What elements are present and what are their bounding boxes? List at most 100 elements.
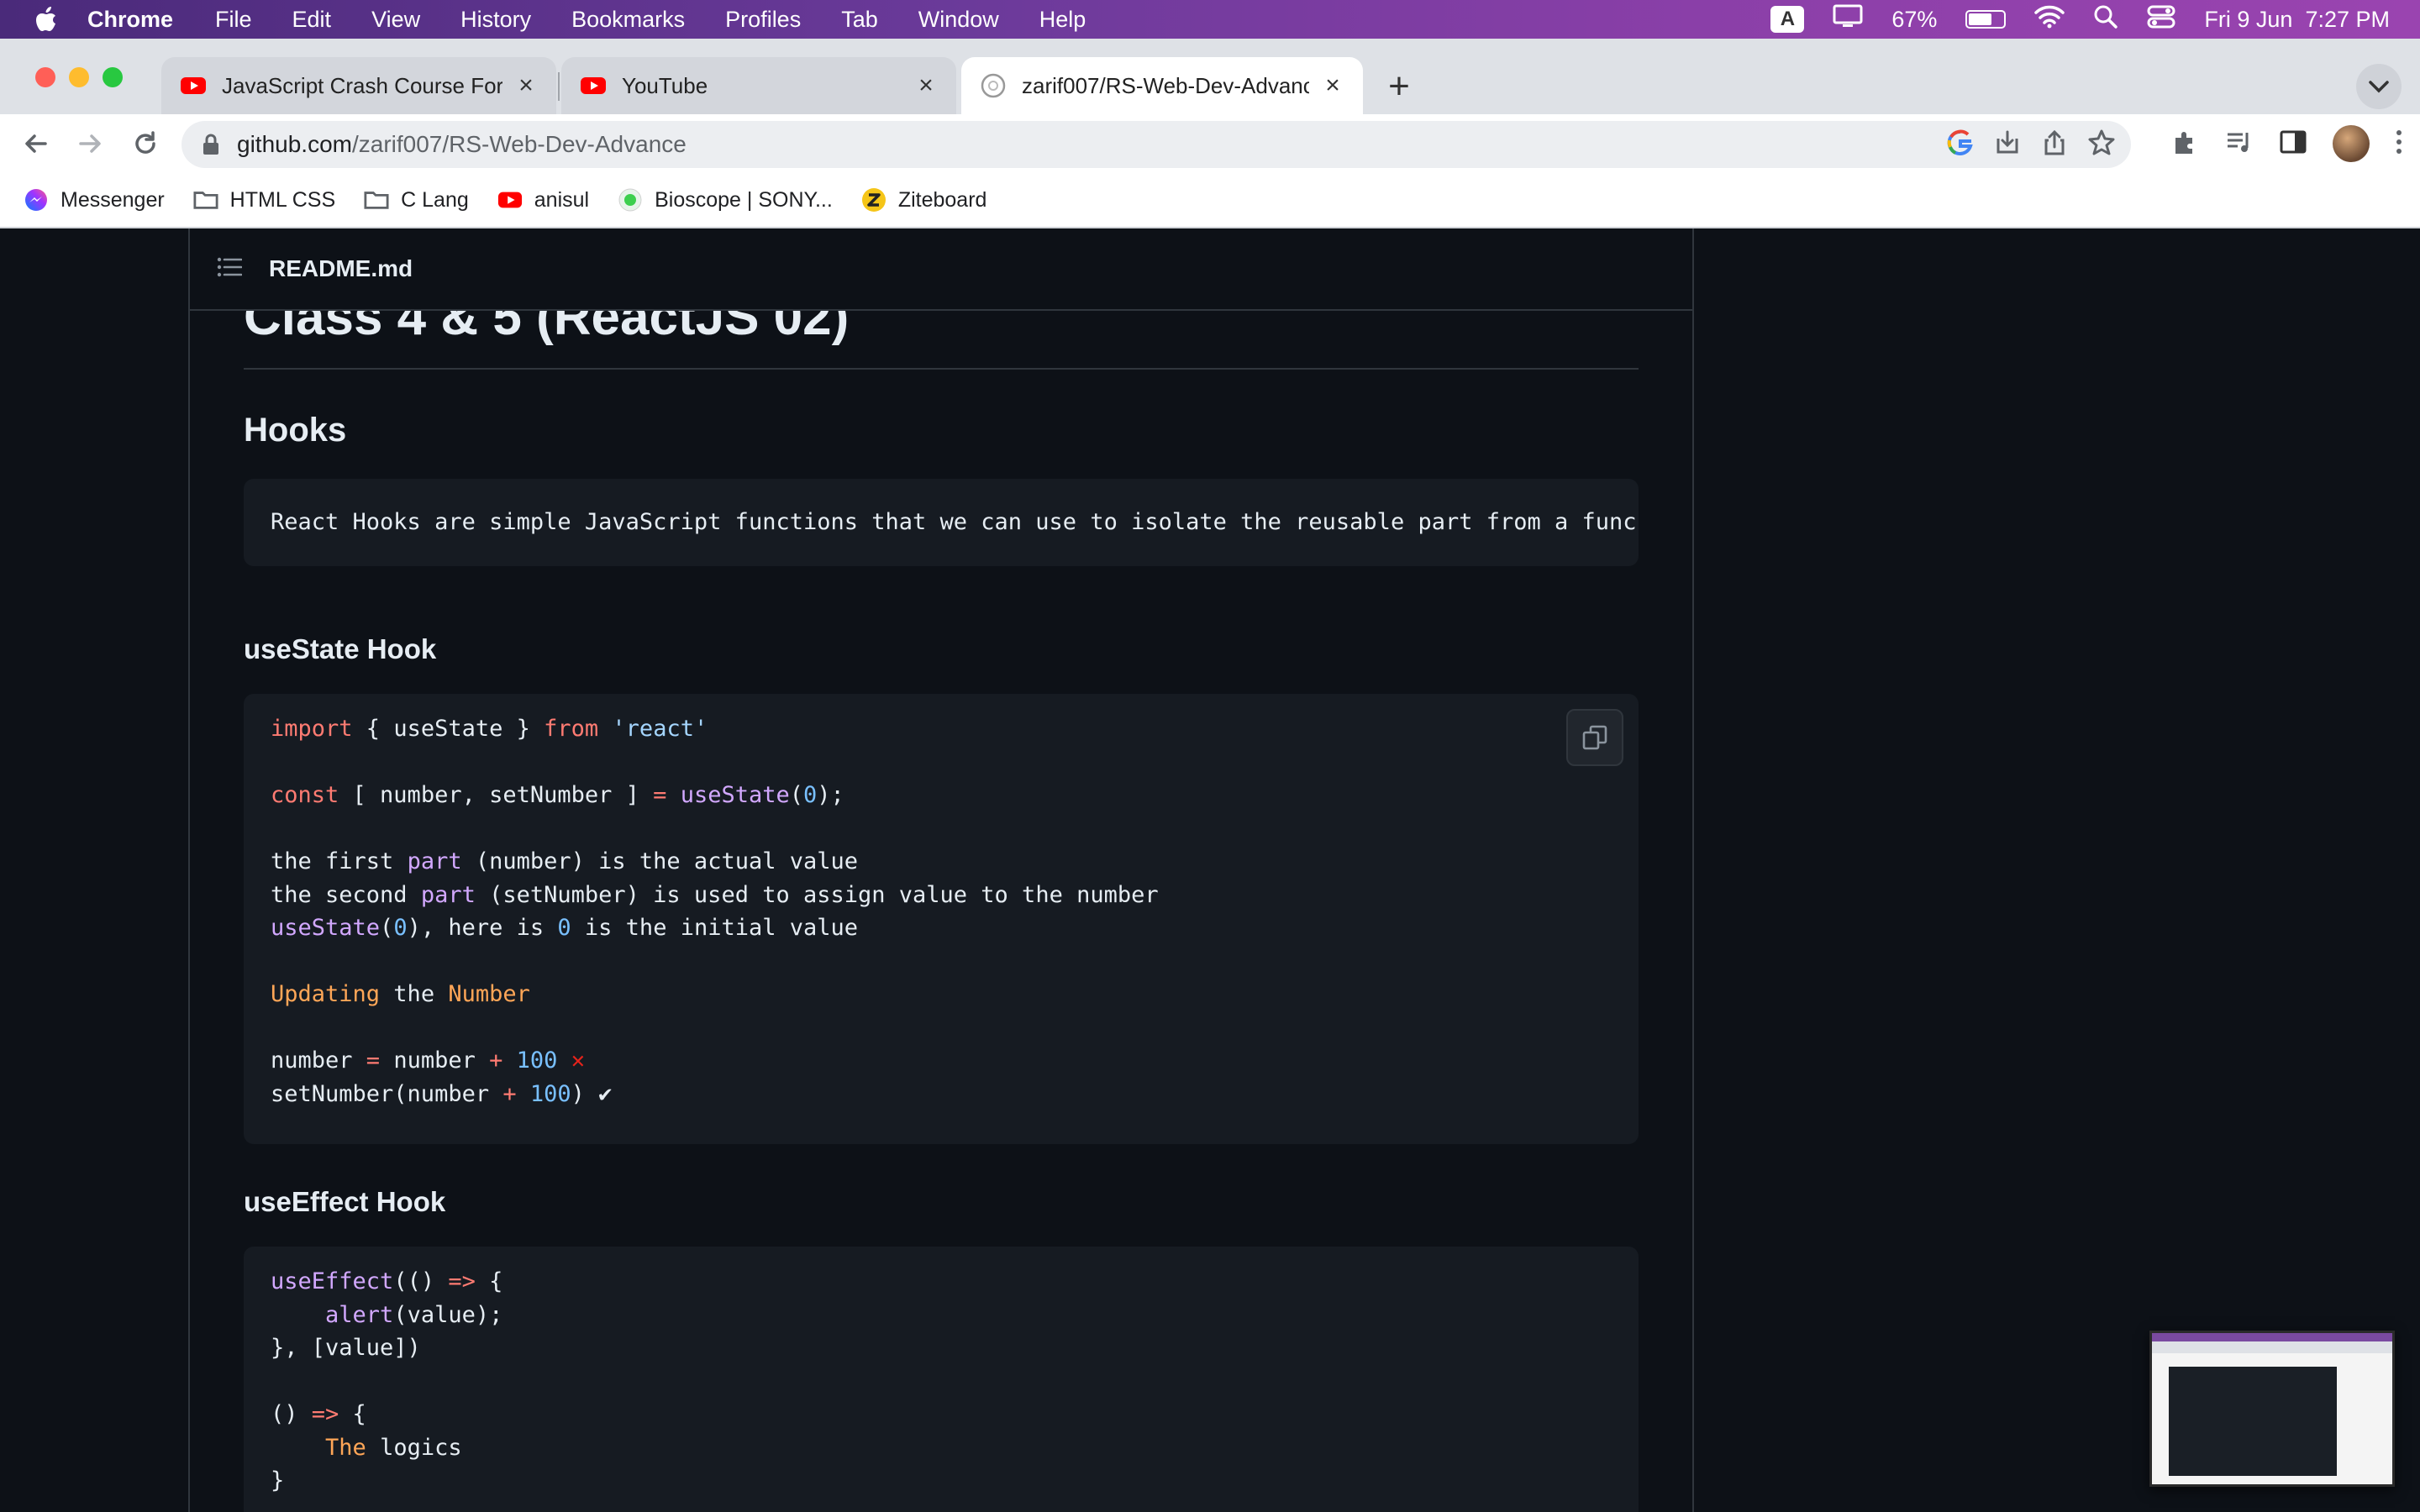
reload-button[interactable] [126,124,165,163]
code-line: number = number + 100 ✕ [271,1047,585,1074]
zoom-window-button[interactable] [103,67,123,87]
usestate-code-block[interactable]: import { useState } from 'react' const [… [244,694,1639,1144]
bookmark-bioscope[interactable]: Bioscope | SONY... [618,187,833,213]
app-menu-chrome[interactable]: Chrome [87,7,173,33]
bookmark-ziteboard[interactable]: Ziteboard [861,187,986,213]
macos-menu-bar: Chrome File Edit View History Bookmarks … [0,0,2420,39]
bookmark-label: Bioscope | SONY... [655,187,833,212]
code-line: }, [value]) [271,1335,421,1361]
hooks-heading: Hooks [244,412,347,449]
reload-icon [135,131,155,154]
close-window-button[interactable] [35,67,55,87]
menu-view[interactable]: View [371,7,420,33]
tab-search-button[interactable] [2356,64,2402,109]
minimize-window-button[interactable] [69,67,89,87]
menu-file[interactable]: File [215,7,252,33]
more-menu-icon[interactable] [2395,128,2403,160]
tab-title: JavaScript Crash Course For Be [222,72,502,98]
tab-github-repo[interactable]: zarif007/RS-Web-Dev-Advance × [961,57,1363,114]
bookmark-star-icon[interactable] [2087,129,2116,161]
spotlight-search-icon[interactable] [2093,4,2118,35]
code-token: Number [448,981,530,1007]
folder-icon [364,187,389,213]
bookmark-label: C Lang [401,187,469,212]
url-path: /zarif007/RS-Web-Dev-Advance [351,131,687,157]
readme-filename: README.md [269,255,413,281]
close-tab-icon[interactable]: × [1321,71,1344,99]
media-controls-icon[interactable] [2225,128,2254,160]
check-mark-icon: ✔ [598,1080,613,1107]
menubar-datetime[interactable]: Fri 9 Jun 7:27 PM [2204,7,2390,33]
code-token: + [489,1047,503,1074]
bookmark-folder-c-lang[interactable]: C Lang [364,187,469,213]
menu-history[interactable]: History [460,7,531,33]
install-app-icon[interactable] [1993,129,2022,161]
menu-tab[interactable]: Tab [841,7,878,33]
google-lens-icon[interactable] [1946,129,1975,161]
tab-javascript-crash-course[interactable]: JavaScript Crash Course For Be × [161,57,556,114]
apple-icon[interactable] [35,7,59,32]
address-bar[interactable]: github.com/zarif007/RS-Web-Dev-Advance [182,121,2131,168]
copy-code-button[interactable] [1566,709,1623,766]
thumbnail-content [2169,1367,2337,1476]
outline-list-icon[interactable] [217,256,243,282]
bookmark-label: anisul [534,187,590,212]
code-token: 100 [529,1080,571,1107]
close-tab-icon[interactable]: × [914,71,938,99]
lock-icon[interactable] [202,133,220,156]
useeffect-code-block[interactable]: useEffect(() => { alert(value); }, [valu… [244,1247,1639,1512]
menu-profiles[interactable]: Profiles [725,7,801,33]
thumbnail-tabs [2152,1341,2392,1353]
youtube-icon [581,77,606,94]
control-center-icon[interactable] [2147,4,2175,35]
menu-help[interactable]: Help [1039,7,1086,33]
code-line: the first part (number) is the actual va… [271,848,858,874]
profile-avatar[interactable] [2333,125,2370,162]
bookmark-anisul[interactable]: anisul [497,187,589,213]
useeffect-heading: useEffect Hook [244,1186,446,1217]
code-token: The [325,1434,366,1461]
forward-arrow-icon [79,134,101,153]
code-token: Updating [271,981,381,1007]
youtube-icon [497,187,523,213]
menu-bookmarks[interactable]: Bookmarks [571,7,685,33]
battery-icon[interactable] [1965,10,2007,29]
bookmark-messenger[interactable]: Messenger [24,187,165,213]
menu-window[interactable]: Window [918,7,999,33]
code-line: setNumber(number + 100) ✔ [271,1080,613,1107]
new-tab-button[interactable]: + [1376,64,1422,109]
menu-edit[interactable]: Edit [292,7,332,33]
extensions-icon[interactable] [2171,128,2200,160]
code-token: 0 [803,782,818,808]
github-icon [981,73,1006,98]
display-icon[interactable] [1833,4,1863,35]
side-panel-icon[interactable] [2279,128,2307,160]
code-token: from [544,716,599,742]
tab-title: zarif007/RS-Web-Dev-Advance [1022,72,1309,98]
useeffect-code: useEffect(() => { alert(value); }, [valu… [244,1247,1639,1512]
share-icon[interactable] [2040,129,2069,161]
screenshot-thumbnail[interactable] [2149,1331,2395,1487]
hooks-description: React Hooks are simple JavaScript functi… [271,509,1637,535]
wifi-icon[interactable] [2034,5,2065,34]
code-line: import { useState } from 'react' [271,716,708,742]
back-arrow-icon [25,134,47,153]
bookmark-label: Messenger [60,187,165,212]
code-line: alert(value); [325,1301,503,1328]
code-line: const [ number, setNumber ] = useState(0… [271,782,844,808]
tab-title: YouTube [622,72,708,98]
battery-percent: 67% [1891,6,1938,32]
tab-strip: JavaScript Crash Course For Be × YouTube… [0,39,2420,114]
usestate-heading: useState Hook [244,633,437,664]
tab-youtube[interactable]: YouTube × [561,57,956,114]
forward-button[interactable] [71,124,109,163]
close-tab-icon[interactable]: × [514,71,538,99]
readme-sticky-header: README.md [190,228,1692,311]
code-line: useState(0), here is 0 is the initial va… [271,915,859,941]
hooks-code-block[interactable]: React Hooks are simple JavaScript functi… [244,479,1639,566]
back-button[interactable] [17,124,55,163]
input-source-badge[interactable]: A [1770,6,1805,33]
code-token: useEffect [271,1268,394,1294]
bookmark-folder-html-css[interactable]: HTML CSS [193,187,335,213]
bookmark-label: HTML CSS [229,187,336,212]
